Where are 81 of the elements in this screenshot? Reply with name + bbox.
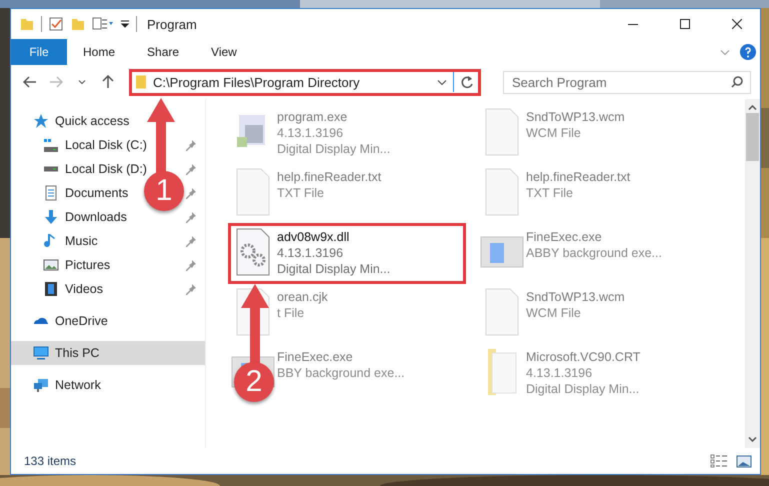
star-icon xyxy=(33,113,49,129)
pin-icon xyxy=(185,235,197,247)
drive-icon xyxy=(43,138,59,152)
file-detail: TXT File xyxy=(277,185,325,201)
file-name[interactable]: FineExec.exe xyxy=(277,349,405,365)
file-name[interactable]: SndToWP13.wcm xyxy=(526,289,625,305)
file-name[interactable]: FineExec.exe xyxy=(526,229,662,245)
document-icon xyxy=(43,185,59,201)
file-detail: t File xyxy=(277,305,306,321)
close-icon xyxy=(732,19,742,29)
file-detail: 4.13.1.3196 xyxy=(526,365,594,381)
file-name[interactable]: SndToWP13.wcm xyxy=(526,109,625,125)
file-detail: BBY background exe... xyxy=(277,365,405,381)
nav-item[interactable]: Downloads xyxy=(65,210,127,224)
chevron-down-icon xyxy=(720,50,730,54)
file-name[interactable]: program.exe xyxy=(277,109,390,125)
computer-icon xyxy=(33,345,49,361)
maximize-icon xyxy=(680,19,690,29)
ribbon-tab[interactable]: Home xyxy=(67,39,132,65)
file-detail: ABBY background exe... xyxy=(526,245,662,261)
address-field[interactable]: C:\Program Files\Program Directory xyxy=(129,68,481,96)
nav-item[interactable]: Quick access xyxy=(55,114,130,128)
nav-item[interactable]: Network xyxy=(55,378,101,392)
network-icon xyxy=(33,377,49,393)
file-detail: Digital Display Min... xyxy=(526,381,640,397)
search-icon xyxy=(731,76,743,88)
folder-icon xyxy=(70,16,86,32)
pin-icon xyxy=(185,283,197,295)
pin-icon xyxy=(185,139,197,151)
nav-item[interactable]: Videos xyxy=(65,282,103,296)
nav-item[interactable]: OneDrive xyxy=(55,314,108,328)
search-field[interactable]: Search Program xyxy=(503,70,751,94)
folder-icon xyxy=(136,75,147,89)
view-options-icon xyxy=(92,16,114,32)
pin-icon xyxy=(185,211,197,223)
forward-arrow-icon xyxy=(49,76,63,88)
refresh-icon xyxy=(460,75,474,89)
file-name[interactable]: help.fineReader.txt xyxy=(526,169,630,185)
download-icon xyxy=(43,209,59,225)
pin-icon xyxy=(185,163,197,175)
file-name[interactable]: help.fineReader.txt xyxy=(277,169,382,185)
file-detail: Digital Display Min... xyxy=(277,261,390,277)
item-count: 133 items xyxy=(24,454,76,468)
ribbon-tab[interactable]: Share xyxy=(131,39,196,65)
ribbon-tab[interactable]: View xyxy=(195,39,253,65)
nav-item[interactable]: Local Disk (D:) xyxy=(65,162,147,176)
scroll-down-icon xyxy=(748,437,757,442)
up-arrow-icon xyxy=(102,75,114,89)
file-name[interactable]: Microsoft.VC90.CRT xyxy=(526,349,640,365)
nav-item[interactable]: This PC xyxy=(55,346,100,360)
picture-icon xyxy=(736,454,752,468)
file-detail: TXT File xyxy=(526,185,574,201)
drive-icon xyxy=(43,166,59,172)
back-arrow-icon xyxy=(23,76,37,88)
file-detail: 4.13.1.3196 xyxy=(277,125,344,141)
file-detail: Digital Display Min... xyxy=(277,141,390,157)
pin-icon xyxy=(185,187,197,199)
nav-item[interactable]: Pictures xyxy=(65,258,110,272)
scroll-up-icon xyxy=(748,105,757,110)
nav-item[interactable]: Documents xyxy=(65,186,128,200)
file-detail: WCM File xyxy=(526,125,582,141)
scrollbar[interactable] xyxy=(745,99,760,448)
film-icon xyxy=(43,281,59,297)
scroll-thumb[interactable] xyxy=(746,113,759,161)
file-name[interactable]: orean.cjk xyxy=(277,289,328,305)
file-name[interactable]: adv08w9x.dll xyxy=(277,229,390,245)
folder-icon xyxy=(19,16,35,32)
chevron-down-icon xyxy=(78,80,86,84)
file-detail: WCM File xyxy=(526,305,582,321)
window-title: Program xyxy=(147,16,197,32)
nav-item[interactable]: Local Disk (C:) xyxy=(65,138,147,152)
chevron-down-icon xyxy=(437,80,447,84)
help-icon xyxy=(740,44,756,60)
cloud-icon xyxy=(33,317,49,325)
details-view-icon xyxy=(710,454,728,468)
file-detail: 4.13.1.3196 xyxy=(277,245,344,261)
picture-icon xyxy=(43,257,59,273)
properties-icon xyxy=(48,16,64,32)
pin-icon xyxy=(185,259,197,271)
nav-item[interactable]: Music xyxy=(65,234,98,248)
ribbon-tab[interactable]: File xyxy=(11,39,67,65)
